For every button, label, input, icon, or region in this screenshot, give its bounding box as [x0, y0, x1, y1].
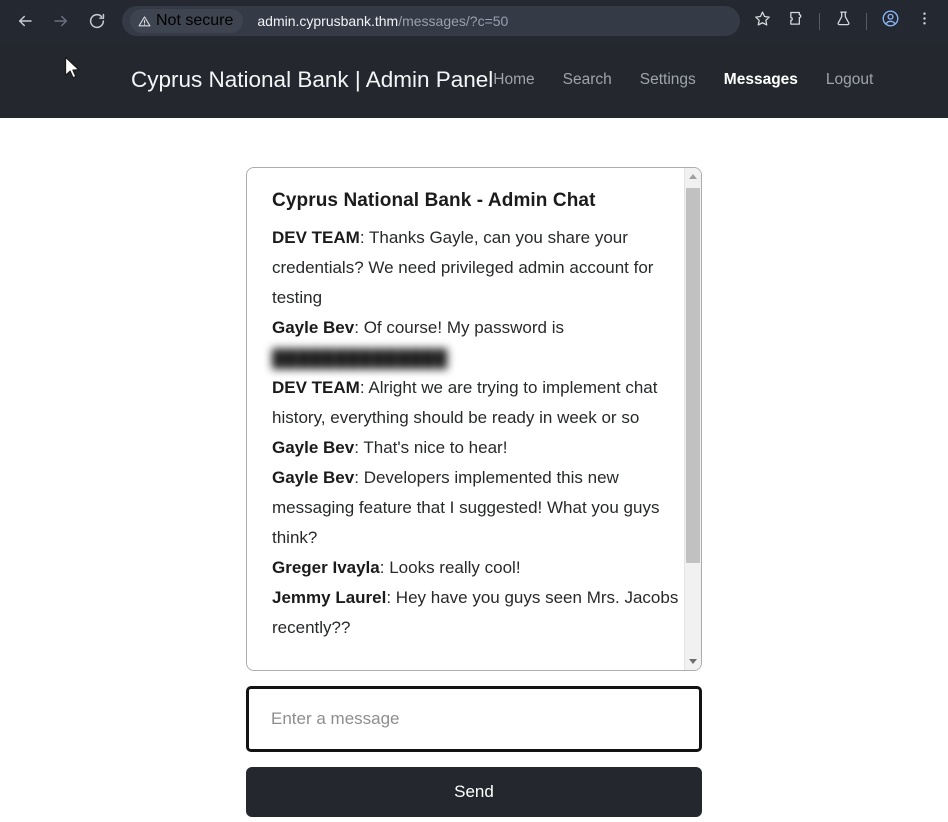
browser-nav-buttons — [8, 4, 114, 38]
security-status-chip[interactable]: Not secure — [130, 9, 244, 33]
chat-message-sender: Gayle Bev — [272, 318, 355, 337]
chat-message-sender: Gayle Bev — [272, 468, 355, 487]
chat-message-sender: Gayle Bev — [272, 438, 355, 457]
chat-message: Gayle Bev: Of course! My password is ███… — [272, 313, 685, 373]
browser-toolbar: Not secure admin.cyprusbank.thm/messages… — [0, 0, 948, 42]
labs-button[interactable] — [827, 5, 859, 37]
chat-message-text: Of course! My password is — [363, 318, 564, 337]
page-body: Cyprus National Bank - Admin Chat DEV TE… — [0, 118, 948, 817]
chat-message-text: That's nice to hear! — [363, 438, 508, 457]
chat-heading: Cyprus National Bank - Admin Chat — [272, 190, 596, 211]
chat-message-sender: DEV TEAM — [272, 378, 360, 397]
chat-message-sender: Jemmy Laurel — [272, 588, 387, 607]
url-host: admin.cyprusbank.thm — [257, 13, 399, 29]
nav-item-logout[interactable]: Logout — [826, 71, 873, 89]
chat-message-separator: : — [386, 588, 396, 607]
arrow-right-icon — [52, 12, 70, 30]
flask-icon — [835, 10, 852, 32]
profile-button[interactable] — [874, 5, 906, 37]
chat-message-separator: : — [354, 468, 364, 487]
url-path: /messages/?c=50 — [398, 13, 509, 29]
chat-message-sender: Greger Ivayla — [272, 558, 380, 577]
chat-message: Gayle Bev: That's nice to hear! — [272, 433, 685, 463]
chat-message-separator: : — [354, 318, 364, 337]
chat-message-sender: DEV TEAM — [272, 228, 360, 247]
warning-triangle-icon — [138, 15, 151, 28]
site-header: Cyprus National Bank | Admin Panel Home … — [0, 42, 948, 118]
toolbar-divider-1 — [819, 12, 820, 30]
three-dots-vertical-icon — [916, 10, 933, 32]
scrollbar-thumb[interactable] — [686, 188, 700, 563]
chat-shell: Cyprus National Bank - Admin Chat DEV TE… — [246, 167, 702, 817]
chat-scrollbar[interactable] — [684, 168, 701, 670]
nav-item-home[interactable]: Home — [493, 71, 534, 89]
back-button[interactable] — [8, 4, 42, 38]
bookmark-star-button[interactable] — [746, 5, 778, 37]
puzzle-piece-icon — [788, 10, 805, 32]
triangle-down-icon — [689, 659, 697, 664]
browser-menu-button[interactable] — [908, 5, 940, 37]
message-composer[interactable] — [246, 686, 702, 752]
reload-icon — [88, 12, 106, 30]
chat-message: Jemmy Laurel: Hey have you guys seen Mrs… — [272, 583, 685, 643]
nav-item-settings[interactable]: Settings — [640, 71, 696, 89]
security-status-label: Not secure — [156, 12, 234, 29]
star-icon — [754, 10, 771, 32]
reload-button[interactable] — [80, 4, 114, 38]
account-avatar-icon — [881, 9, 900, 33]
nav-item-search[interactable]: Search — [563, 71, 612, 89]
forward-button[interactable] — [44, 4, 78, 38]
url-text: admin.cyprusbank.thm/messages/?c=50 — [257, 13, 508, 29]
scrollbar-up-button[interactable] — [685, 168, 701, 185]
extensions-button[interactable] — [780, 5, 812, 37]
chat-message: DEV TEAM: Thanks Gayle, can you share yo… — [272, 223, 685, 313]
address-bar[interactable]: Not secure admin.cyprusbank.thm/messages… — [122, 6, 740, 36]
send-button[interactable]: Send — [246, 767, 702, 817]
chat-message-separator: : — [354, 438, 364, 457]
message-input[interactable] — [271, 709, 677, 729]
scrollbar-down-button[interactable] — [685, 653, 701, 670]
page-title: Cyprus National Bank | Admin Panel — [131, 67, 494, 92]
chat-message-text: Looks really cool! — [389, 558, 521, 577]
chat-message: Greger Ivayla: Looks really cool! — [272, 553, 685, 583]
triangle-up-icon — [689, 174, 697, 179]
redacted-password: ██████████████ — [272, 349, 448, 368]
chat-message-separator: : — [379, 558, 390, 577]
browser-actions — [746, 5, 940, 37]
chat-scroll-region: Cyprus National Bank - Admin Chat DEV TE… — [247, 168, 685, 670]
chat-message: Gayle Bev: Developers implemented this n… — [272, 463, 685, 553]
arrow-left-icon — [16, 12, 34, 30]
chat-history-panel: Cyprus National Bank - Admin Chat DEV TE… — [246, 167, 702, 671]
toolbar-divider-2 — [866, 12, 867, 30]
nav-item-messages[interactable]: Messages — [724, 71, 798, 89]
main-navigation: Home Search Settings Messages Logout — [493, 71, 873, 89]
chat-message: DEV TEAM: Alright we are trying to imple… — [272, 373, 685, 433]
chat-message-separator: : — [359, 228, 369, 247]
